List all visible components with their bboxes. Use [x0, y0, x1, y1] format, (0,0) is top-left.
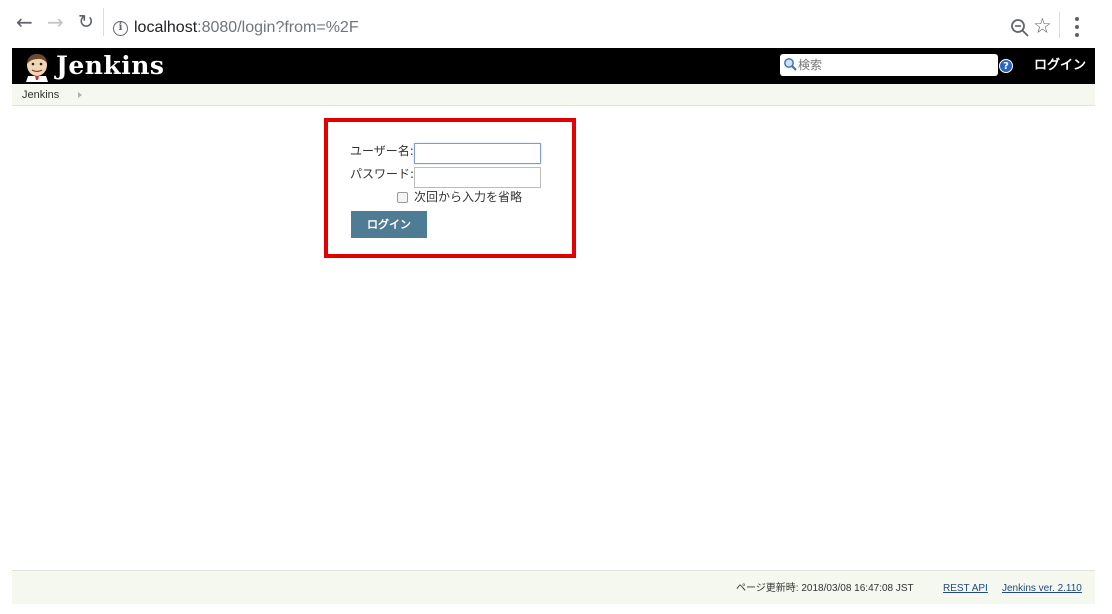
password-field[interactable]	[414, 167, 541, 188]
login-button[interactable]: ログイン	[351, 211, 427, 238]
star-icon[interactable]: ☆	[1033, 15, 1052, 37]
address-separator	[103, 8, 104, 36]
remember-label[interactable]: 次回から入力を省略	[414, 190, 522, 205]
username-field[interactable]	[414, 143, 541, 164]
back-icon[interactable]: ←	[16, 12, 33, 32]
info-icon[interactable]: i	[113, 21, 128, 36]
password-label: パスワード:	[350, 167, 415, 181]
remember-checkbox[interactable]	[397, 192, 408, 203]
breadcrumb-arrow-icon[interactable]	[78, 92, 82, 98]
page-updated-timestamp: ページ更新時: 2018/03/08 16:47:08 JST	[736, 583, 914, 594]
rest-api-link[interactable]: REST API	[943, 583, 988, 595]
address-bar[interactable]: localhost:8080/login?from=%2F	[134, 18, 359, 38]
version-link[interactable]: Jenkins ver. 2.110	[1002, 583, 1082, 595]
zoom-icon[interactable]	[1009, 17, 1031, 39]
search-input[interactable]	[796, 54, 994, 76]
search-box	[780, 54, 998, 76]
breadcrumb: Jenkins	[12, 84, 1095, 106]
forward-icon[interactable]: →	[47, 12, 64, 32]
search-icon	[784, 58, 797, 71]
url-host: localhost	[134, 19, 198, 36]
footer: ページ更新時: 2018/03/08 16:47:08 JST REST API…	[12, 570, 1095, 604]
username-label: ユーザー名:	[350, 144, 414, 158]
jenkins-header: Jenkins ? ログイン	[12, 48, 1095, 84]
url-path: :8080/login?from=%2F	[197, 19, 359, 36]
toolbar-separator	[1059, 12, 1060, 38]
breadcrumb-item-jenkins[interactable]: Jenkins	[22, 88, 59, 102]
help-icon[interactable]: ?	[999, 59, 1013, 73]
reload-icon[interactable]: ↻	[78, 12, 94, 32]
browser-toolbar: ← → ↻ i localhost:8080/login?from=%2F ☆	[0, 0, 1112, 46]
jenkins-butler-icon[interactable]	[22, 52, 52, 82]
header-login-link[interactable]: ログイン	[1034, 57, 1086, 75]
jenkins-title[interactable]: Jenkins	[56, 50, 164, 82]
menu-icon[interactable]	[1071, 17, 1083, 39]
